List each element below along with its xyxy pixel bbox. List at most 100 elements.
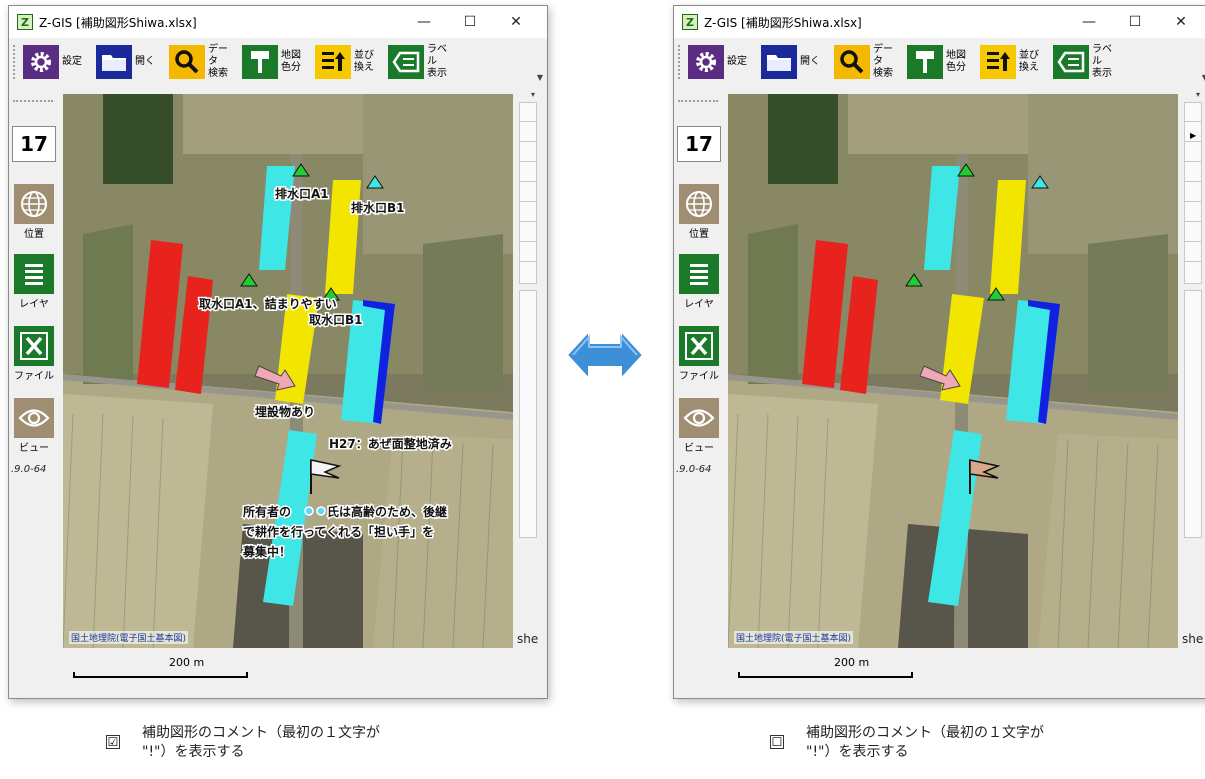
map-label-drain-b1: 排水口B1 [351,200,405,215]
comment-line-1b: 氏は高齢のため、後継 [327,504,447,519]
caption-text: 補助図形のコメント（最初の１文字が "!"）を表示する [142,724,380,762]
sidebar-item-view[interactable]: ビュー [12,398,56,454]
data-search-button[interactable]: データ 検索 [834,44,901,80]
sidebar-item-view[interactable]: ビュー [677,398,721,454]
expand-arrow-icon[interactable]: ▶ [1190,131,1196,140]
scale-bar: 200 m [728,656,913,686]
map-attribution[interactable]: 国土地理院(電子国土基本図) [734,631,854,644]
globe-icon [14,184,54,224]
toolbar-grip[interactable] [13,45,17,79]
sidebar-item-location[interactable]: 位置 [12,184,56,240]
label-display-button[interactable]: ラベル 表示 [1053,44,1120,80]
scale-line [738,672,913,678]
sidebar-label-view: ビュー [19,443,49,454]
sort-label: 並び 換え [354,50,374,73]
sidebar-item-layers[interactable]: レイヤ [677,254,721,310]
map-coloring-button[interactable]: 地図 色分 [907,45,974,79]
checkbox-checked[interactable]: ☑ [106,735,120,749]
map-coloring-button[interactable]: 地図 色分 [242,45,309,79]
checkbox-unchecked[interactable]: ☐ [770,735,784,749]
scale-bar: 200 m [63,656,248,686]
map-coloring-label: 地図 色分 [946,50,966,73]
sidebar-grip[interactable] [13,100,53,102]
excel-icon [679,326,719,366]
sidebar-item-layers[interactable]: レイヤ [12,254,56,310]
sort-button[interactable]: 並び 換え [315,45,382,79]
excel-icon [14,326,54,366]
vertical-scrollbar[interactable] [519,290,537,538]
layer-list[interactable]: ▶ [1184,102,1202,284]
folder-icon [761,45,797,79]
toolbar-grip[interactable] [678,45,682,79]
gear-icon [688,45,724,79]
sort-icon [980,45,1016,79]
zgis-app-icon: Z [682,14,698,30]
window-title: Z-GIS [補助図形Shiwa.xlsx] [704,15,862,30]
sheet-tab[interactable]: she [517,632,538,646]
window-title: Z-GIS [補助図形Shiwa.xlsx] [39,15,197,30]
sidebar-label-layers: レイヤ [19,299,49,310]
minimize-button[interactable]: — [1066,6,1112,38]
toolbar: 設定 開く データ 検索 地図 色分 並び 換え ラベル 表示 ▼ [9,38,547,86]
sidebar-label-layers: レイヤ [684,299,714,310]
zoom-level[interactable]: 17 [677,126,721,162]
settings-label: 設定 [62,56,82,67]
label-icon [1053,45,1089,79]
caption-line-1: 補助図形のコメント（最初の１文字が [806,725,1044,741]
close-button[interactable]: ✕ [493,6,539,38]
sidebar-label-location: 位置 [24,229,44,240]
sidebar-grip[interactable] [678,100,718,102]
close-button[interactable]: ✕ [1158,6,1204,38]
zgis-window-right: Z Z-GIS [補助図形Shiwa.xlsx] — ☐ ✕ 設定 開く データ… [673,5,1205,699]
sheet-tab[interactable]: she [1182,632,1203,646]
label-icon [388,45,424,79]
data-search-button[interactable]: データ 検索 [169,44,236,80]
settings-button[interactable]: 設定 [23,45,90,79]
open-button[interactable]: 開く [761,45,828,79]
zgis-window-left: Z Z-GIS [補助図形Shiwa.xlsx] — ☐ ✕ 設定 開く データ… [8,5,548,699]
map-attribution[interactable]: 国土地理院(電子国土基本図) [69,631,189,644]
comment-line-3: 募集中！ [242,544,291,559]
minimize-button[interactable]: — [401,6,447,38]
open-button[interactable]: 開く [96,45,163,79]
panel-dropdown-icon[interactable]: ▾ [531,90,535,99]
map-label-intake-b1: 取水口B1 [309,312,363,327]
toolbar-overflow-icon[interactable]: ▼ [537,73,543,82]
paint-roller-icon [907,45,943,79]
label-display-button[interactable]: ラベル 表示 [388,44,455,80]
open-label: 開く [135,56,155,67]
sidebar-item-location[interactable]: 位置 [677,184,721,240]
map-coloring-label: 地図 色分 [281,50,301,73]
map-label-buried: 埋設物あり [255,404,315,419]
layers-icon [14,254,54,294]
sidebar-label-file: ファイル [679,371,719,382]
zgis-app-icon: Z [17,14,33,30]
sort-button[interactable]: 並び 換え [980,45,1047,79]
settings-button[interactable]: 設定 [688,45,755,79]
toolbar: 設定 開く データ 検索 地図 色分 並び 換え ラベル 表示 ▼ [674,38,1205,86]
panel-dropdown-icon[interactable]: ▾ [1196,90,1200,99]
layer-list[interactable] [519,102,537,284]
right-panel: ▾ she [515,90,543,694]
map-view[interactable]: 排水口A1 排水口B1 取水口A1、詰まりやすい 取水口B1 埋設物あり H27… [63,94,513,648]
title-bar: Z Z-GIS [補助図形Shiwa.xlsx] — ☐ ✕ [674,6,1205,38]
folder-icon [96,45,132,79]
zoom-level[interactable]: 17 [12,126,56,162]
sidebar-label-location: 位置 [689,229,709,240]
map-label-drain-a1: 排水口A1 [275,186,329,201]
map-view[interactable]: 国土地理院(電子国土基本図) [728,94,1178,648]
caption-line-1: 補助図形のコメント（最初の１文字が [142,725,380,741]
vertical-scrollbar[interactable] [1184,290,1202,538]
data-search-label: データ 検索 [208,44,228,79]
scale-line [73,672,248,678]
sidebar: 17 位置 レイヤ ファイル ビュー .9.0-64 [674,94,726,504]
maximize-button[interactable]: ☐ [1112,6,1158,38]
label-display-label: ラベル 表示 [427,44,447,79]
title-bar: Z Z-GIS [補助図形Shiwa.xlsx] — ☐ ✕ [9,6,547,38]
search-icon [169,45,205,79]
sidebar: 17 位置 レイヤ ファイル ビュー .9.0-64 [9,94,61,504]
map-label-h27: H27：あぜ面整地済み [329,436,452,451]
maximize-button[interactable]: ☐ [447,6,493,38]
sidebar-item-file[interactable]: ファイル [12,326,56,382]
sidebar-item-file[interactable]: ファイル [677,326,721,382]
